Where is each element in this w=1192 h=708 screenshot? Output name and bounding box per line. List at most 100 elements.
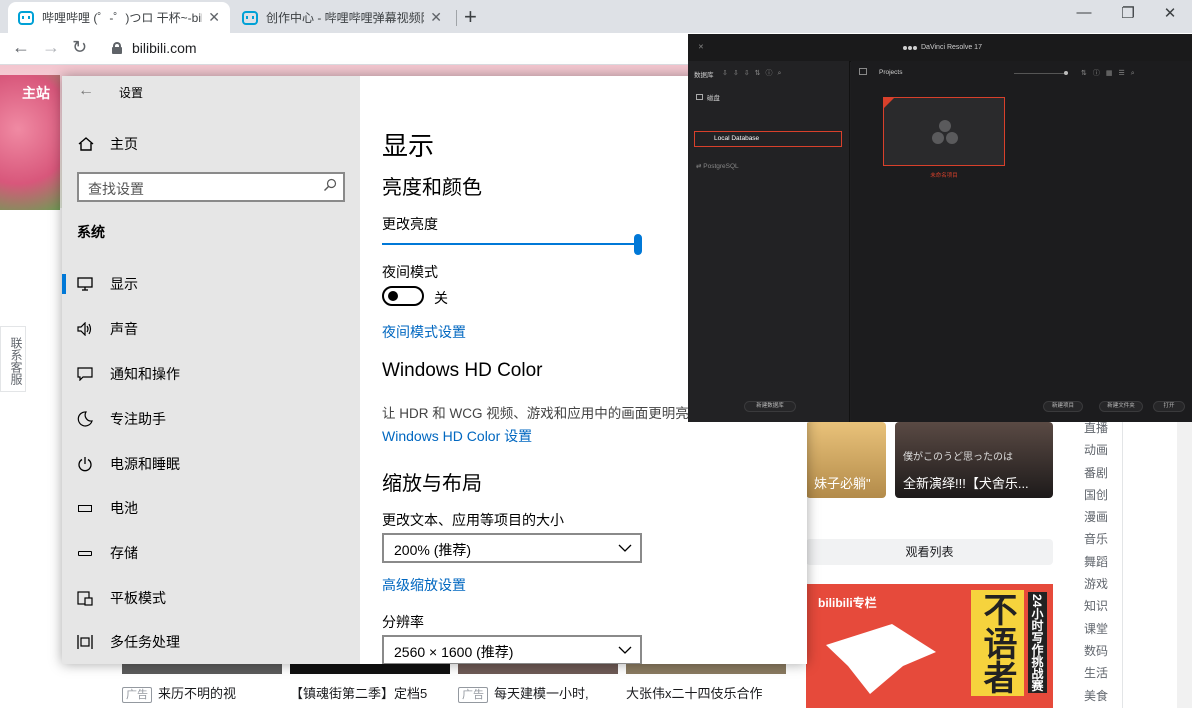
browser-tab-bar: 哔哩哔哩 (゜-゜)つロ 干杯~-bilibili ✕ 创作中心 - 哔哩哔哩弹… bbox=[0, 0, 1192, 33]
new-folder-button[interactable]: 新建文件夹 bbox=[1099, 401, 1143, 412]
category-item[interactable]: 游戏 bbox=[1071, 573, 1121, 595]
scale-heading: 缩放与布局 bbox=[382, 473, 482, 495]
chevron-down-icon bbox=[618, 544, 632, 552]
database-toolbar-icons[interactable]: ⇩⇩⇩⇅ⓘ⌕ bbox=[722, 68, 786, 78]
ad-logo: bilibili专栏 bbox=[818, 596, 877, 610]
night-mode-toggle[interactable] bbox=[382, 286, 424, 306]
close-icon[interactable]: ✕ bbox=[698, 43, 704, 51]
zoom-slider-handle[interactable] bbox=[1064, 71, 1068, 75]
back-arrow-icon[interactable]: ← bbox=[78, 82, 94, 100]
brightness-slider-thumb[interactable] bbox=[634, 234, 642, 255]
category-list: 直播 动画 番剧 国创 漫画 音乐 舞蹈 游戏 知识 课堂 数码 生活 美食 bbox=[1071, 417, 1121, 707]
night-mode-label: 夜间模式 bbox=[382, 264, 438, 280]
video-title[interactable]: 大张伟x二十四伎乐合作 bbox=[626, 683, 791, 702]
tab-title: 哔哩哔哩 (゜-゜)つロ 干杯~-bilibili bbox=[42, 11, 202, 25]
forward-button[interactable]: → bbox=[42, 37, 60, 58]
selected-corner-marker bbox=[884, 98, 894, 108]
divider bbox=[1122, 417, 1123, 708]
category-item[interactable]: 动画 bbox=[1071, 439, 1121, 461]
tab-close-icon[interactable]: ✕ bbox=[430, 9, 442, 26]
restore-button[interactable]: ❐ bbox=[1118, 4, 1138, 22]
message-icon bbox=[76, 365, 94, 383]
nav-item-storage[interactable]: 存储 bbox=[62, 533, 360, 573]
project-thumbnail[interactable] bbox=[883, 97, 1005, 166]
page-title: 显示 bbox=[382, 131, 435, 161]
window-close-button[interactable]: ✕ bbox=[1160, 4, 1180, 22]
open-button[interactable]: 打开 bbox=[1153, 401, 1185, 412]
nav-label: 显示 bbox=[110, 276, 138, 292]
nav-item-multitasking[interactable]: 多任务处理 bbox=[62, 622, 360, 662]
brightness-heading: 亮度和颜色 bbox=[382, 177, 482, 199]
scale-value: 200% (推荐) bbox=[394, 542, 472, 558]
watch-list-button[interactable]: 观看列表 bbox=[806, 539, 1053, 565]
nav-label: 存储 bbox=[110, 545, 138, 561]
new-tab-button[interactable]: + bbox=[464, 4, 477, 30]
video-thumbnail[interactable]: 僕がこのうど思ったのは 全新演绎!!!【犬舍乐... bbox=[895, 422, 1053, 498]
tab-bilibili[interactable]: 哔哩哔哩 (゜-゜)つロ 干杯~-bilibili ✕ bbox=[8, 2, 230, 33]
sidebar-toggle-icon[interactable] bbox=[859, 68, 867, 75]
category-item[interactable]: 漫画 bbox=[1071, 506, 1121, 528]
database-header: 数据库 bbox=[694, 72, 714, 79]
video-caption: 妹子必躺" bbox=[814, 476, 871, 491]
new-project-button[interactable]: 新建项目 bbox=[1043, 401, 1083, 412]
nav-label: 平板模式 bbox=[110, 590, 166, 606]
bilibili-favicon-icon bbox=[242, 10, 258, 25]
ad-illustration bbox=[826, 624, 936, 694]
address-bar[interactable]: bilibili.com bbox=[132, 40, 197, 56]
home-nav-item[interactable]: 主页 bbox=[78, 134, 138, 154]
minimize-button[interactable]: — bbox=[1074, 4, 1094, 21]
nav-item-power-sleep[interactable]: 电源和睡眠 bbox=[62, 444, 360, 484]
tab-creator-center[interactable]: 创作中心 - 哔哩哔哩弹幕视频网 ✕ bbox=[232, 2, 452, 33]
projects-toolbar-icons[interactable]: ⇅ⓘ▦☰⌕ bbox=[1081, 68, 1141, 78]
scale-dropdown[interactable]: 200% (推荐) bbox=[382, 533, 642, 563]
thumbnail-overlay-text: 僕がこのうど思ったのは bbox=[903, 452, 1013, 463]
back-button[interactable]: ← bbox=[12, 37, 30, 58]
nav-label: 电源和睡眠 bbox=[110, 456, 180, 472]
home-label: 主页 bbox=[110, 136, 138, 152]
video-title[interactable]: 广告 每天建模一小时, bbox=[458, 683, 618, 703]
lock-icon[interactable] bbox=[112, 42, 122, 54]
nav-item-focus-assist[interactable]: 专注助手 bbox=[62, 399, 360, 439]
search-placeholder: 查找设置 bbox=[88, 181, 144, 197]
hdr-settings-link[interactable]: Windows HD Color 设置 bbox=[382, 426, 532, 446]
settings-search-input[interactable]: 查找设置 bbox=[77, 172, 345, 202]
zoom-slider[interactable] bbox=[1014, 73, 1068, 74]
nav-item-sound[interactable]: 声音 bbox=[62, 309, 360, 349]
nav-item-tablet-mode[interactable]: 平板模式 bbox=[62, 578, 360, 618]
contact-support-button[interactable]: 联系客服 bbox=[0, 326, 26, 392]
video-title-text: 每天建模一小时, bbox=[494, 686, 589, 701]
new-database-button[interactable]: 新建数据库 bbox=[744, 401, 796, 412]
category-item[interactable]: 知识 bbox=[1071, 595, 1121, 617]
resolve-logo-icon bbox=[903, 45, 917, 50]
category-item[interactable]: 音乐 bbox=[1071, 528, 1121, 550]
night-mode-state: 关 bbox=[434, 290, 448, 306]
category-item[interactable]: 美食 bbox=[1071, 685, 1121, 707]
category-item[interactable]: 数码 bbox=[1071, 640, 1121, 662]
column-ad-banner[interactable]: bilibili专栏 不语者 24小时写作挑战赛 bbox=[806, 584, 1053, 708]
reload-button[interactable]: ↻ bbox=[72, 37, 87, 58]
nav-item-battery[interactable]: 电池 bbox=[62, 488, 360, 528]
brightness-slider-track[interactable] bbox=[382, 243, 638, 245]
tab-close-icon[interactable]: ✕ bbox=[208, 9, 220, 26]
nav-item-notifications[interactable]: 通知和操作 bbox=[62, 354, 360, 394]
ad-badge: 广告 bbox=[458, 687, 488, 703]
tablet-icon bbox=[76, 589, 94, 607]
video-title[interactable]: 广告 来历不明的视 bbox=[122, 683, 282, 703]
category-item[interactable]: 舞蹈 bbox=[1071, 551, 1121, 573]
monitor-icon bbox=[76, 275, 94, 293]
local-database-item[interactable]: Local Database bbox=[694, 131, 842, 147]
night-mode-settings-link[interactable]: 夜间模式设置 bbox=[382, 322, 466, 342]
video-thumbnail[interactable]: 妹子必躺" bbox=[806, 422, 886, 498]
header-nav-main[interactable]: 主站 bbox=[22, 83, 50, 103]
category-item[interactable]: 课堂 bbox=[1071, 618, 1121, 640]
category-item[interactable]: 生活 bbox=[1071, 662, 1121, 684]
advanced-scaling-link[interactable]: 高级缩放设置 bbox=[382, 575, 466, 595]
postgresql-item[interactable]: ⇄ PostgreSQL bbox=[696, 162, 739, 170]
nav-item-display[interactable]: 显示 bbox=[62, 264, 360, 304]
search-icon[interactable] bbox=[323, 178, 337, 192]
video-title[interactable]: 【镇魂街第二季】定档5 bbox=[290, 683, 450, 702]
resolution-dropdown[interactable]: 2560 × 1600 (推荐) bbox=[382, 635, 642, 664]
tab-title: 创作中心 - 哔哩哔哩弹幕视频网 bbox=[266, 11, 425, 25]
category-item[interactable]: 国创 bbox=[1071, 484, 1121, 506]
category-item[interactable]: 番剧 bbox=[1071, 462, 1121, 484]
